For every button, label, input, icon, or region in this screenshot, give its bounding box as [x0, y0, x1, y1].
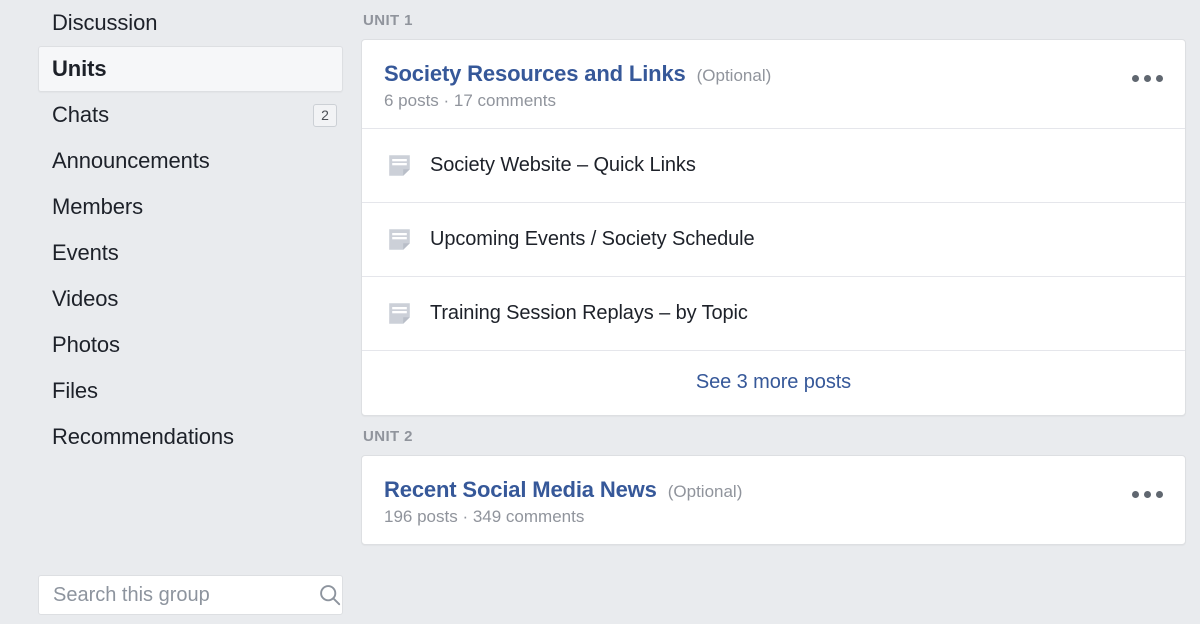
unit-card-header: Society Resources and Links (Optional) 6 p… — [362, 40, 1185, 128]
sidebar-item-videos[interactable]: Videos — [38, 276, 343, 322]
sidebar-item-label: Recommendations — [52, 424, 234, 449]
sidebar-item-announcements[interactable]: Announcements — [38, 138, 343, 184]
search-input[interactable] — [53, 581, 318, 609]
ellipsis-icon[interactable] — [1127, 66, 1167, 90]
ellipsis-icon[interactable] — [1127, 482, 1167, 506]
note-icon — [387, 301, 412, 326]
post-title: Society Website – Quick Links — [430, 154, 696, 176]
unit-title-row: Society Resources and Links (Optional) — [384, 61, 1185, 87]
sidebar-item-label: Units — [52, 56, 107, 81]
units-column: UNIT 1 Society Resources and Links (Option… — [361, 0, 1200, 624]
sidebar-item-label: Discussion — [52, 10, 158, 35]
sidebar-item-units[interactable]: Units — [38, 46, 343, 92]
group-page: Discussion Units Chats 2 Announcements Member… — [0, 0, 1200, 624]
sidebar-item-label: Photos — [52, 332, 120, 357]
sidebar-item-label: Events — [52, 240, 119, 265]
sidebar-item-label: Members — [52, 194, 143, 219]
unit-meta: 6 posts · 17 comments — [384, 91, 556, 110]
unit-label: UNIT 2 — [363, 428, 413, 445]
sidebar-item-events[interactable]: Events — [38, 230, 343, 276]
unit-meta: 196 posts · 349 comments — [384, 507, 585, 526]
sidebar-item-chats[interactable]: Chats 2 — [38, 92, 343, 138]
group-search[interactable] — [38, 575, 343, 615]
unit-block: UNIT 2 Recent Social Media News (Optional)… — [361, 416, 1200, 545]
search-icon[interactable] — [318, 583, 342, 607]
sidebar-item-files[interactable]: Files — [38, 368, 343, 414]
sidebar-nav: Discussion Units Chats 2 Announcements Member… — [0, 0, 361, 460]
unit-optional-tag: (Optional) — [696, 66, 772, 85]
unit-title-link[interactable]: Society Resources and Links — [384, 61, 686, 87]
note-icon — [387, 227, 412, 252]
unit-optional-tag: (Optional) — [667, 482, 743, 501]
sidebar: Discussion Units Chats 2 Announcements Member… — [0, 0, 361, 624]
sidebar-item-members[interactable]: Members — [38, 184, 343, 230]
sidebar-item-badge: 2 — [313, 103, 337, 127]
post-row[interactable]: Society Website – Quick Links — [362, 128, 1185, 202]
unit-card-header: Recent Social Media News (Optional) 196 po… — [362, 456, 1185, 544]
sidebar-item-recommendations[interactable]: Recommendations — [38, 414, 343, 460]
sidebar-item-label: Videos — [52, 286, 119, 311]
note-icon — [387, 153, 412, 178]
unit-title-link[interactable]: Recent Social Media News — [384, 477, 657, 503]
post-title: Training Session Replays – by Topic — [430, 302, 748, 324]
sidebar-item-label: Announcements — [52, 148, 210, 173]
unit-card: Society Resources and Links (Optional) 6 p… — [361, 39, 1186, 416]
see-more-posts-label: See 3 more posts — [695, 371, 852, 393]
sidebar-item-label: Files — [52, 378, 98, 403]
unit-block: UNIT 1 Society Resources and Links (Option… — [361, 0, 1200, 416]
unit-label: UNIT 1 — [363, 12, 413, 29]
sidebar-item-label: Chats — [52, 102, 109, 127]
post-row[interactable]: Training Session Replays – by Topic — [362, 276, 1185, 350]
unit-card: Recent Social Media News (Optional) 196 po… — [361, 455, 1186, 545]
sidebar-item-photos[interactable]: Photos — [38, 322, 343, 368]
post-title: Upcoming Events / Society Schedule — [430, 228, 755, 250]
post-row[interactable]: Upcoming Events / Society Schedule — [362, 202, 1185, 276]
see-more-posts-button[interactable]: See 3 more posts — [362, 350, 1185, 415]
sidebar-item-discussion[interactable]: Discussion — [38, 0, 343, 46]
unit-title-row: Recent Social Media News (Optional) — [384, 477, 1185, 503]
